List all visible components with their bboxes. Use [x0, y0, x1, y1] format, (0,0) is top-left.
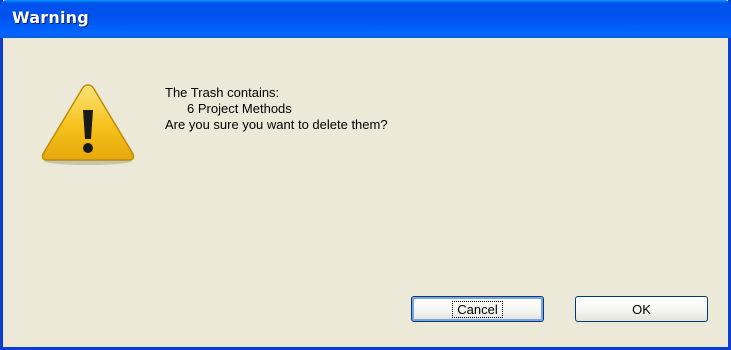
- message-line-3: Are you sure you want to delete them?: [165, 117, 388, 132]
- title-bar[interactable]: Warning: [0, 0, 731, 38]
- dialog-title: Warning: [12, 8, 89, 27]
- message-line-2: 6 Project Methods: [187, 101, 292, 116]
- ok-button-label: OK: [632, 301, 651, 317]
- warning-triangle-icon: [41, 84, 135, 165]
- message-line-1: The Trash contains:: [165, 85, 280, 100]
- message-text: The Trash contains: 6 Project Methods Ar…: [165, 85, 388, 133]
- cancel-button-label: Cancel: [452, 300, 503, 318]
- warning-dialog: Warning The Trash contains: 6 Project Me…: [0, 0, 731, 350]
- ok-button[interactable]: OK: [575, 296, 708, 322]
- cancel-button[interactable]: Cancel: [411, 296, 544, 322]
